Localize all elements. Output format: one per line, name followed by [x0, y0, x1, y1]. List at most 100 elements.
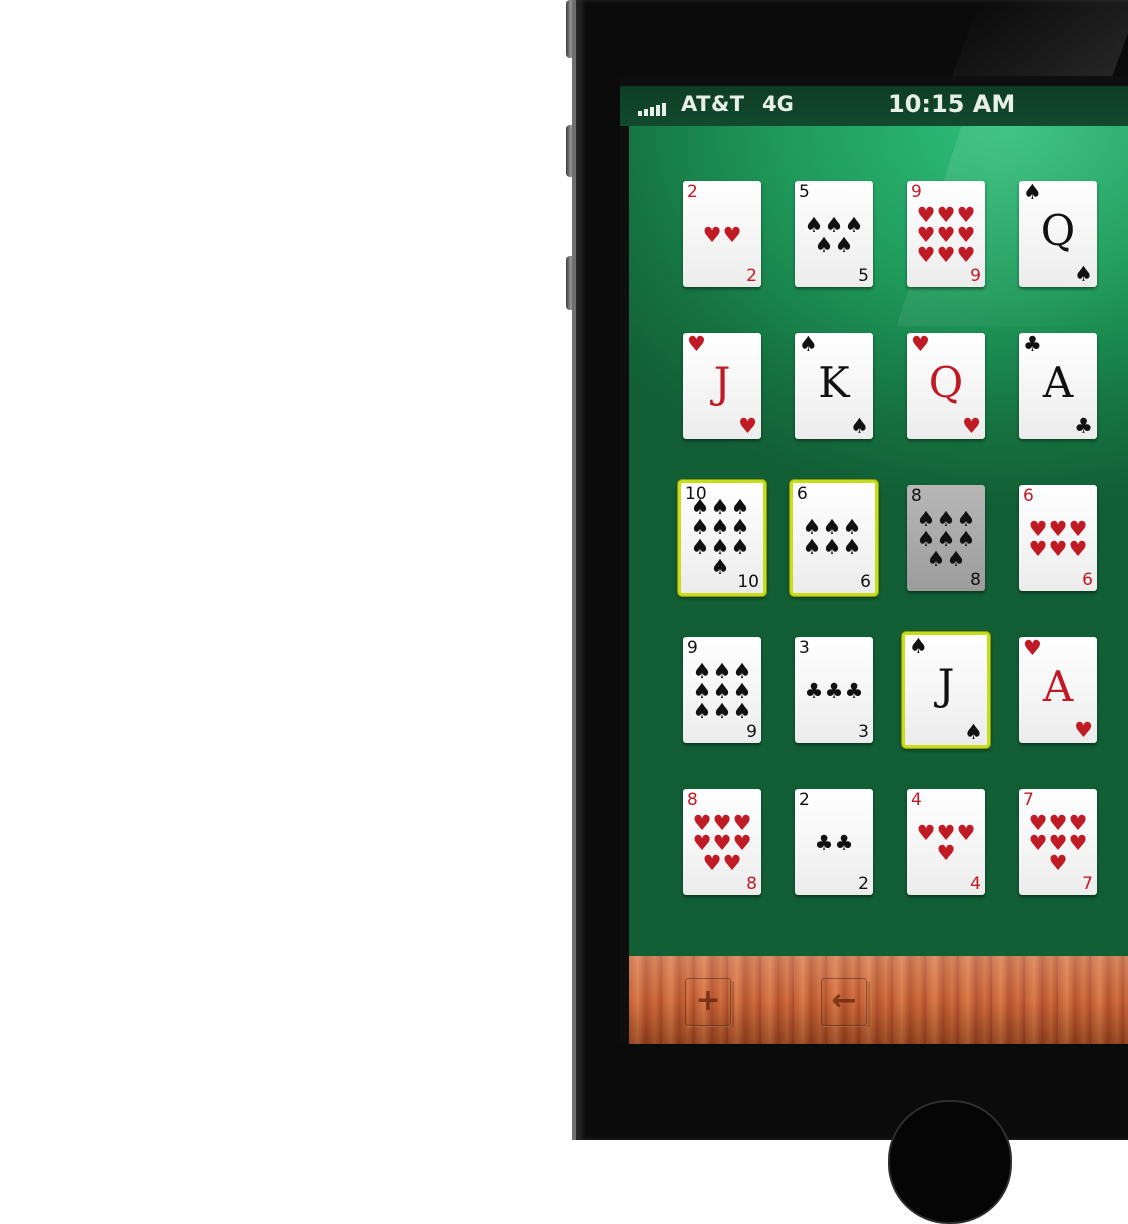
suit-pip-icon: ♣	[824, 679, 844, 703]
card-rank-corner: 5	[858, 266, 869, 286]
suit-pip-icon: ♣	[804, 679, 824, 703]
playing-card[interactable]: ♠ J ♠	[902, 632, 990, 748]
card-suit-corner: ♥	[911, 332, 930, 356]
undo-button[interactable]: ←	[821, 978, 867, 1026]
playing-card[interactable]: 9 ♠ ♠ ♠ ♠ ♠ ♠ ♠ ♠ ♠ 9	[683, 637, 761, 743]
playing-card[interactable]: 3 ♣ ♣ ♣ 3	[795, 637, 873, 743]
card-rank: J	[713, 358, 731, 407]
playing-card[interactable]: 8 ♠ ♠ ♠ ♠ ♠ ♠ ♠ ♠ 8	[907, 485, 985, 591]
suit-pip-icon: ♥	[1048, 537, 1068, 561]
suit-pip-icon: ♠	[936, 507, 956, 531]
suit-pip-icon: ♥	[702, 851, 722, 875]
deal-cards-button[interactable]: +	[685, 978, 731, 1026]
suit-pip-icon: ♠	[802, 515, 822, 539]
playing-card[interactable]: 2 ♣ ♣ 2	[795, 789, 873, 895]
playing-card[interactable]: 10 ♠ ♠ ♠ ♠ ♠ ♠ ♠ ♠ ♠ ♠ 10	[678, 480, 766, 596]
card-rank-corner: 9	[911, 182, 922, 202]
card-pips: ♣ ♣	[802, 809, 866, 877]
suit-pip-icon: ♠	[844, 213, 864, 237]
playing-card[interactable]: ♥ J ♥	[683, 333, 761, 439]
suit-pip-icon: ♠	[814, 233, 834, 257]
suit-pip-icon: ♥	[712, 811, 732, 835]
card-rank-corner: 4	[970, 874, 981, 894]
suit-pip-icon: ♥	[692, 831, 712, 855]
suit-pip-icon: ♥	[692, 811, 712, 835]
playing-card[interactable]: 6 ♥ ♥ ♥ ♥ ♥ ♥ 6	[1019, 485, 1097, 591]
suit-pip-icon: ♥	[936, 841, 956, 865]
card-rank-corner: 6	[1082, 570, 1093, 590]
card-rank-corner: 8	[746, 874, 757, 894]
suit-pip-icon: ♠	[710, 535, 730, 559]
card-rank-corner: 6	[860, 572, 871, 592]
card-rank-corner: 2	[858, 874, 869, 894]
card-pips: ♥ ♥ ♥ ♥	[914, 809, 978, 877]
playing-card[interactable]: ♥ Q ♥	[907, 333, 985, 439]
suit-pip-icon: ♠	[730, 495, 750, 519]
suit-pip-icon: ♥	[722, 223, 742, 247]
suit-pip-icon: ♠	[824, 213, 844, 237]
suit-pip-icon: ♠	[690, 495, 710, 519]
card-pips: ♣ ♣ ♣	[802, 657, 866, 725]
playing-card[interactable]: ♠ Q ♠	[1019, 181, 1097, 287]
card-rank-corner: 6	[797, 484, 808, 504]
suit-pip-icon: ♥	[1028, 537, 1048, 561]
suit-pip-icon: ♠	[842, 515, 862, 539]
suit-pip-icon: ♠	[936, 527, 956, 551]
suit-pip-icon: ♠	[802, 535, 822, 559]
card-rank: Q	[928, 358, 964, 407]
suit-pip-icon: ♥	[956, 243, 976, 267]
playing-card[interactable]: ♥ A ♥	[1019, 637, 1097, 743]
suit-pip-icon: ♠	[712, 659, 732, 683]
suit-pip-icon: ♥	[732, 831, 752, 855]
card-rank-corner: 3	[858, 722, 869, 742]
playing-card[interactable]: ♠ K ♠	[795, 333, 873, 439]
card-rank: J	[937, 660, 955, 709]
network-type: 4G	[762, 92, 794, 116]
card-rank-corner: 8	[687, 790, 698, 810]
suit-pip-icon: ♥	[1068, 831, 1088, 855]
playing-card[interactable]: 8 ♥ ♥ ♥ ♥ ♥ ♥ ♥ ♥ 8	[683, 789, 761, 895]
carrier-name: AT&T	[681, 92, 745, 116]
card-suit-corner: ♥	[1023, 636, 1042, 660]
card-rank-corner: 7	[1023, 790, 1034, 810]
playing-card[interactable]: 9 ♥ ♥ ♥ ♥ ♥ ♥ ♥ ♥ ♥ 9	[907, 181, 985, 287]
suit-pip-icon: ♥	[936, 203, 956, 227]
suit-pip-icon: ♥	[1028, 831, 1048, 855]
card-suit-corner: ♠	[850, 414, 869, 438]
card-rank-corner: 8	[970, 570, 981, 590]
playing-card[interactable]: 2 ♥ ♥ 2	[683, 181, 761, 287]
suit-pip-icon: ♠	[956, 507, 976, 531]
suit-pip-icon: ♥	[1028, 517, 1048, 541]
suit-pip-icon: ♥	[1068, 517, 1088, 541]
suit-pip-icon: ♥	[1028, 811, 1048, 835]
suit-pip-icon: ♥	[1048, 831, 1068, 855]
card-suit-corner: ♥	[1074, 718, 1093, 742]
suit-pip-icon: ♠	[732, 699, 752, 723]
playing-card[interactable]: 7 ♥ ♥ ♥ ♥ ♥ ♥ ♥ 7	[1019, 789, 1097, 895]
card-pips: ♠ ♠ ♠ ♠ ♠	[802, 201, 866, 269]
suit-pip-icon: ♠	[730, 515, 750, 539]
playing-card[interactable]: 5 ♠ ♠ ♠ ♠ ♠ 5	[795, 181, 873, 287]
card-rank-corner: 9	[687, 638, 698, 658]
status-time: 10:15 AM	[888, 90, 1016, 118]
playing-card[interactable]: 4 ♥ ♥ ♥ ♥ 4	[907, 789, 985, 895]
card-rank-corner: 3	[799, 638, 810, 658]
playing-card[interactable]: ♣ A ♣	[1019, 333, 1097, 439]
card-pips: ♠ ♠ ♠ ♠ ♠ ♠ ♠ ♠ ♠	[690, 657, 754, 725]
suit-pip-icon: ♥	[1068, 811, 1088, 835]
playing-card[interactable]: 6 ♠ ♠ ♠ ♠ ♠ ♠ 6	[790, 480, 878, 596]
suit-pip-icon: ♠	[710, 555, 730, 579]
home-button	[888, 1100, 1012, 1224]
suit-pip-icon: ♥	[712, 831, 732, 855]
suit-pip-icon: ♥	[1068, 537, 1088, 561]
card-rank-corner: 2	[687, 182, 698, 202]
card-pips: ♥ ♥ ♥ ♥ ♥ ♥	[1026, 505, 1090, 573]
arrow-left-icon: ←	[831, 983, 857, 1018]
phone-screen: AT&T 4G 10:15 AM 2 ♥ ♥ 2 5 ♠ ♠ ♠ ♠ ♠ 5 9 ♥ ♥ ♥ ♥ ♥ ♥ ♥ ♥ ♥ 9 ♠…	[620, 76, 1128, 1044]
card-suit-corner: ♣	[1074, 414, 1093, 438]
card-rank-corner: 6	[1023, 486, 1034, 506]
suit-pip-icon: ♠	[916, 527, 936, 551]
card-table: 2 ♥ ♥ 2 5 ♠ ♠ ♠ ♠ ♠ 5 9 ♥ ♥ ♥ ♥ ♥ ♥ ♥ ♥ ♥ 9 ♠ Q ♠ ♥ J ♥ ♠ K ♠ ♥ Q ♥ ♣ A ♣ 10 ♠…	[629, 126, 1128, 956]
suit-pip-icon: ♠	[732, 679, 752, 703]
plus-icon: +	[695, 983, 721, 1018]
